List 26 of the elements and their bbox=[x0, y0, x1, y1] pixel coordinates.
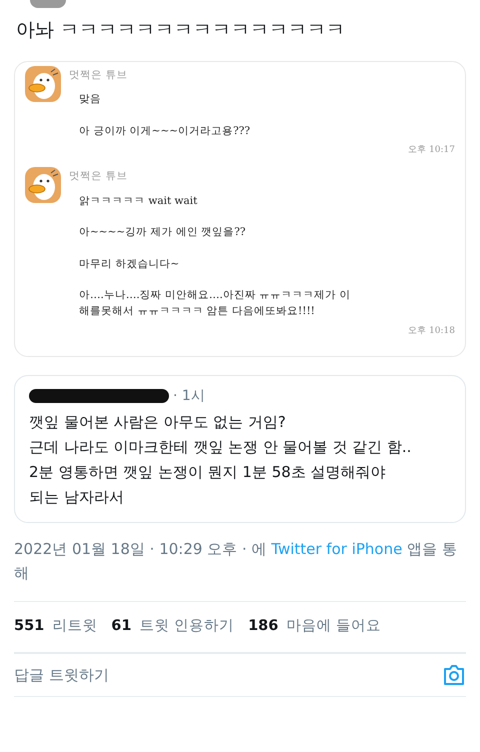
stat-label[interactable]: 리트윗 bbox=[52, 616, 98, 638]
sender-name: 멋쩍은 튜브 bbox=[69, 169, 128, 184]
stat-count: 186 bbox=[248, 617, 278, 636]
stat-count: 61 bbox=[111, 617, 132, 636]
chat-message: 아~~~~깅까 제가 에인 깻잎을?? bbox=[79, 225, 246, 240]
tweet-time: · 1시 bbox=[173, 386, 205, 406]
camera-icon[interactable] bbox=[442, 664, 466, 686]
chat-message: 아….누나….징짜 미안해요….아진짜 ㅠㅠㅋㅋㅋ제가 이 해를못해서 ㅠㅠㅋㅋㅋㅋ 암튼 다음에또봐요!!!! bbox=[79, 288, 352, 320]
chat-message: 앍ㅋㅋㅋㅋㅋ wait wait bbox=[79, 194, 198, 210]
tweet-timestamp: 2022년 01월 18일 · 10:29 오후 · 에 Twitter for iPhone 앱을 통해 bbox=[14, 539, 458, 584]
quoted-tweet-text: 깻잎 물어본 사람은 아무도 없는 거임? 근데 나라도 이마크한테 깻잎 논쟁 안 물어볼 것 같긴 함.. 2분 영통하면 깻잎 논쟁이 뭔지 1분 58초 설명해줘야 되는 남자라서 bbox=[29, 412, 412, 508]
tweet-text: 아놔 ㅋㅋㅋㅋㅋㅋㅋㅋㅋㅋㅋㅋㅋㅋㅋ bbox=[16, 18, 346, 43]
duck-avatar-icon bbox=[25, 66, 61, 102]
message-time: 오후 10:17 bbox=[408, 144, 455, 155]
source-link[interactable]: Twitter for iPhone bbox=[271, 540, 402, 558]
duck-avatar-icon bbox=[25, 167, 61, 204]
stat-label[interactable]: 마음에 들어요 bbox=[286, 616, 381, 638]
quoted-tweet-card[interactable]: · 1시 깻잎 물어본 사람은 아무도 없는 거임? 근데 나라도 이마크한테 깻잎 논쟁 안 물어볼 것 같긴 함.. 2분 영통하면 깻잎 논쟁이 뭔지 1분 58초 설명해줘야 되는 남자라서 bbox=[14, 375, 466, 524]
chat-message: 마무리 하겠습니다~ bbox=[79, 256, 180, 272]
avatar[interactable] bbox=[30, 0, 66, 8]
chat-message: 아 긍이까 이게~~~이거라고용??? bbox=[79, 124, 251, 139]
chat-message: 맞음 bbox=[79, 92, 102, 108]
sender-name: 멋쩍은 튜브 bbox=[69, 68, 128, 83]
stat-label[interactable]: 트윗 인용하기 bbox=[139, 616, 234, 638]
message-time: 오후 10:18 bbox=[408, 326, 455, 336]
stat-count: 551 bbox=[14, 617, 44, 636]
